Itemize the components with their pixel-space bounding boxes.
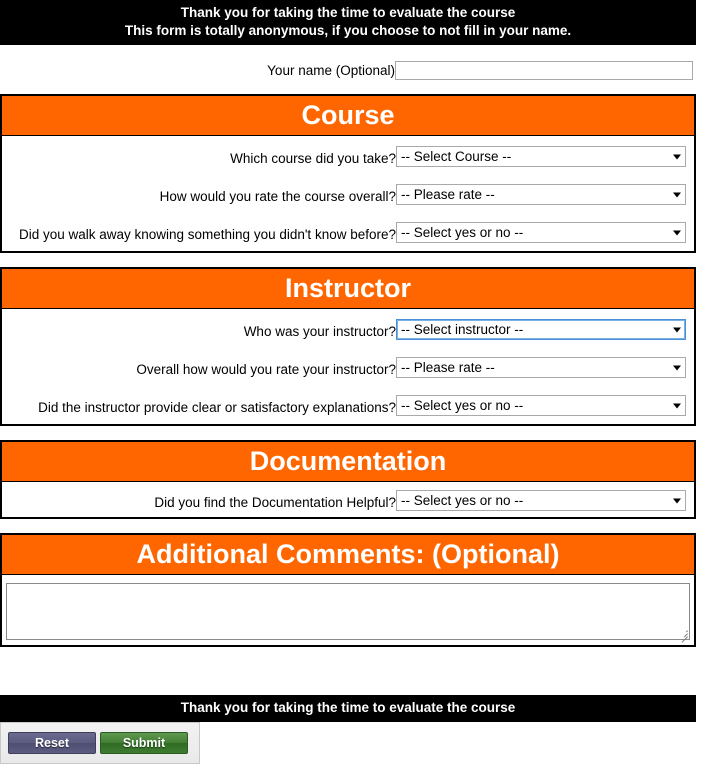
select-clear-explanations-value: -- Select yes or no --: [401, 398, 524, 413]
field-label-which-course: Which course did you take?: [230, 151, 396, 166]
field-label-rate-instructor: Overall how would you rate your instruct…: [136, 362, 396, 377]
button-panel: Reset Submit: [0, 722, 200, 764]
additional-comments-textarea[interactable]: [6, 583, 690, 640]
section-additional-comments: Additional Comments: (Optional): [0, 533, 696, 647]
section-instructor-body: Who was your instructor? -- Select instr…: [2, 309, 694, 424]
select-learned-something-value: -- Select yes or no --: [401, 225, 524, 240]
section-additional-comments-title: Additional Comments: (Optional): [2, 535, 694, 575]
field-label-rate-course: How would you rate the course overall?: [159, 189, 396, 204]
section-course-title: Course: [2, 96, 694, 136]
select-wrap: -- Select yes or no --: [396, 490, 686, 511]
select-who-instructor-value: -- Select instructor --: [401, 322, 524, 337]
field-label-who-instructor: Who was your instructor?: [243, 324, 396, 339]
your-name-input[interactable]: [395, 61, 693, 80]
field-label-documentation-helpful: Did you find the Documentation Helpful?: [154, 495, 396, 510]
top-banner-line-1: Thank you for taking the time to evaluat…: [180, 5, 516, 20]
footer-spacer: [0, 647, 708, 695]
bottom-banner-text: Thank you for taking the time to evaluat…: [180, 700, 516, 715]
select-wrap: -- Select yes or no --: [396, 395, 686, 416]
select-rate-instructor[interactable]: -- Please rate --: [396, 357, 686, 378]
textarea-wrap: [6, 583, 690, 643]
select-which-course[interactable]: -- Select Course --: [396, 146, 686, 167]
field-row: Did you find the Documentation Helpful? …: [2, 490, 694, 511]
select-wrap: -- Select instructor --: [396, 319, 686, 340]
bottom-banner: Thank you for taking the time to evaluat…: [0, 695, 696, 722]
select-rate-course[interactable]: -- Please rate --: [396, 184, 686, 205]
section-course-body: Which course did you take? -- Select Cou…: [2, 136, 694, 251]
select-documentation-helpful-value: -- Select yes or no --: [401, 493, 524, 508]
select-rate-instructor-value: -- Please rate --: [401, 360, 495, 375]
select-rate-course-value: -- Please rate --: [401, 187, 495, 202]
select-wrap: -- Select Course --: [396, 146, 686, 167]
section-instructor: Instructor Who was your instructor? -- S…: [0, 267, 696, 426]
name-label: Your name (Optional): [267, 63, 395, 78]
top-banner-line-2: This form is totally anonymous, if you c…: [124, 23, 572, 38]
select-wrap: -- Please rate --: [396, 184, 686, 205]
top-banner: Thank you for taking the time to evaluat…: [0, 0, 696, 45]
reset-button[interactable]: Reset: [8, 732, 96, 754]
select-learned-something[interactable]: -- Select yes or no --: [396, 222, 686, 243]
submit-button[interactable]: Submit: [100, 732, 188, 754]
select-who-instructor[interactable]: -- Select instructor --: [396, 319, 686, 340]
field-label-clear-explanations: Did the instructor provide clear or sati…: [38, 400, 396, 415]
select-documentation-helpful[interactable]: -- Select yes or no --: [396, 490, 686, 511]
field-row: Who was your instructor? -- Select instr…: [2, 309, 694, 340]
field-row: Did you walk away knowing something you …: [2, 205, 694, 251]
field-row: Which course did you take? -- Select Cou…: [2, 136, 694, 167]
field-row: Did the instructor provide clear or sati…: [2, 378, 694, 424]
select-wrap: -- Select yes or no --: [396, 222, 686, 243]
name-row: Your name (Optional): [0, 61, 696, 80]
section-documentation: Documentation Did you find the Documenta…: [0, 440, 696, 519]
section-documentation-title: Documentation: [2, 442, 694, 482]
section-instructor-title: Instructor: [2, 269, 694, 309]
section-course: Course Which course did you take? -- Sel…: [0, 94, 696, 253]
field-row: Overall how would you rate your instruct…: [2, 340, 694, 378]
select-wrap: -- Please rate --: [396, 357, 686, 378]
section-documentation-body: Did you find the Documentation Helpful? …: [2, 482, 694, 517]
section-additional-comments-body: [2, 575, 694, 645]
select-which-course-value: -- Select Course --: [401, 149, 512, 164]
select-clear-explanations[interactable]: -- Select yes or no --: [396, 395, 686, 416]
field-row: How would you rate the course overall? -…: [2, 167, 694, 205]
field-label-learned-something: Did you walk away knowing something you …: [18, 227, 396, 242]
